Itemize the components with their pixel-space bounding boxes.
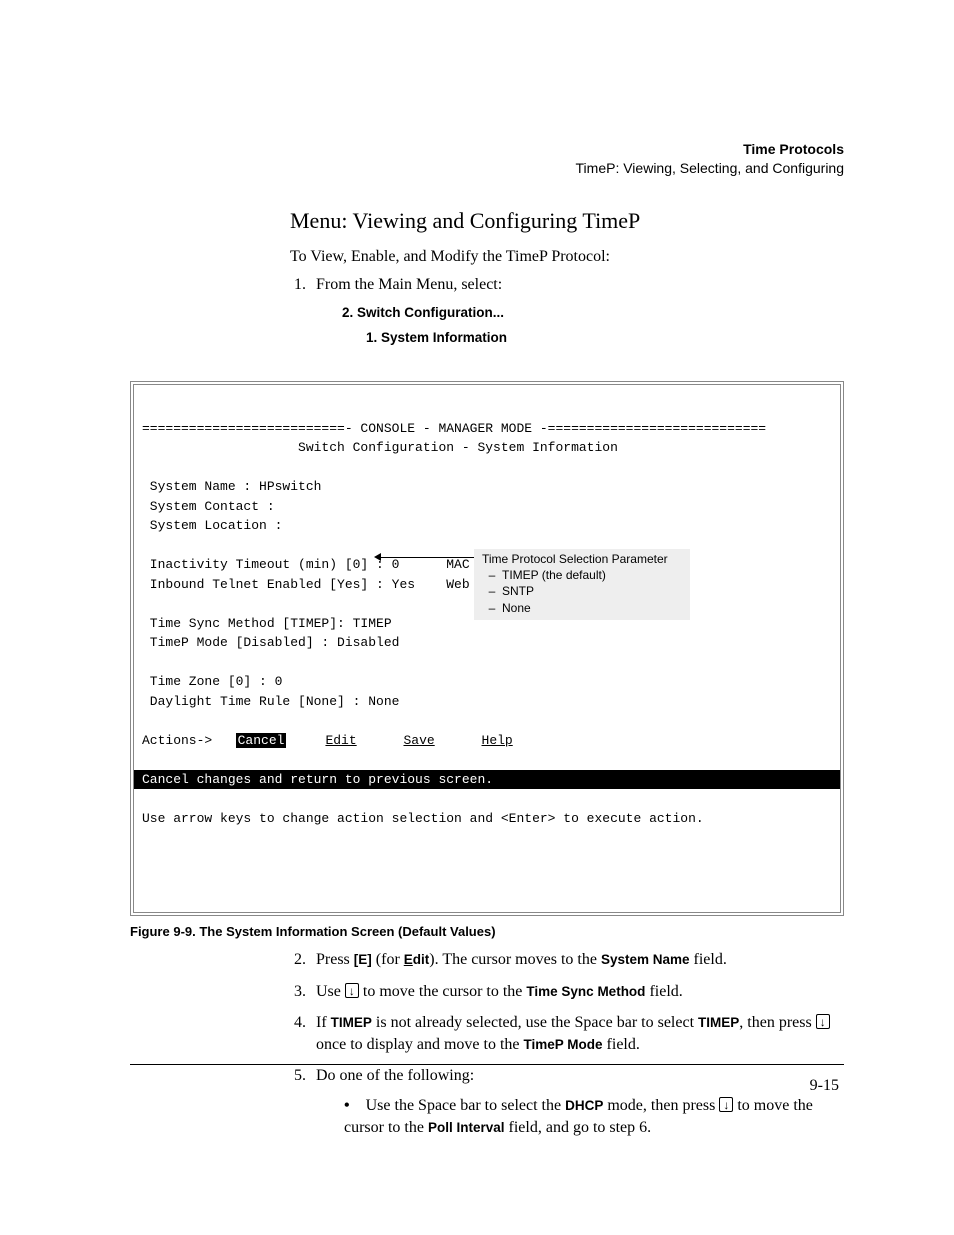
menu-path-1: 2. Switch Configuration... [342,305,504,320]
action-edit: Edit [325,733,356,748]
step-5-bullet: Use the Space bar to select the DHCP mod… [344,1095,844,1138]
footer-rule [130,1064,844,1065]
section-title: Menu: Viewing and Configuring TimeP [290,208,844,234]
header-title: Time Protocols [743,141,844,157]
down-arrow-key-icon: ↓ [816,1014,830,1029]
down-arrow-key-icon: ↓ [719,1097,733,1112]
term-banner: ==========================- CONSOLE - MA… [142,421,766,436]
term-hint: Use arrow keys to change action selectio… [142,811,704,826]
figure-caption: Figure 9-9. The System Information Scree… [130,924,844,939]
action-help: Help [482,733,513,748]
term-syslocation: System Location : [142,518,282,533]
callout-box: Time Protocol Selection Parameter – TIME… [474,549,690,620]
term-syscontact: System Contact : [142,499,275,514]
menu-path-2: 1. System Information [366,325,844,351]
step-1: From the Main Menu, select: 2. Switch Co… [310,276,844,351]
action-cancel: Cancel [236,733,287,748]
term-timezone: Time Zone [0] : 0 [142,674,282,689]
action-save: Save [403,733,434,748]
callout-line [379,557,474,558]
step-2: Press [E] (for Edit). The cursor moves t… [310,949,844,971]
step-3: Use ↓ to move the cursor to the Time Syn… [310,981,844,1003]
section-intro: To View, Enable, and Modify the TimeP Pr… [290,248,844,266]
term-timesync: Time Sync Method [TIMEP]: TIMEP [142,616,392,631]
term-status: Cancel changes and return to previous sc… [134,770,840,790]
callout-title: Time Protocol Selection Parameter [482,552,668,566]
page-number: 9-15 [810,1077,839,1095]
term-timepmode: TimeP Mode [Disabled] : Disabled [142,635,399,650]
step-5: Do one of the following: Use the Space b… [310,1065,844,1138]
step-4: If TIMEP is not already selected, use th… [310,1012,844,1055]
term-subtitle: Switch Configuration - System Informatio… [142,440,618,455]
term-sysname: System Name : HPswitch [142,479,321,494]
header-subtitle: TimeP: Viewing, Selecting, and Configuri… [576,160,844,176]
term-actions: Actions-> Cancel Edit Save Help [142,733,513,748]
term-daylight: Daylight Time Rule [None] : None [142,694,399,709]
page-header: Time Protocols TimeP: Viewing, Selecting… [130,140,844,178]
terminal-screenshot: ==========================- CONSOLE - MA… [130,381,844,916]
down-arrow-key-icon: ↓ [345,983,359,998]
